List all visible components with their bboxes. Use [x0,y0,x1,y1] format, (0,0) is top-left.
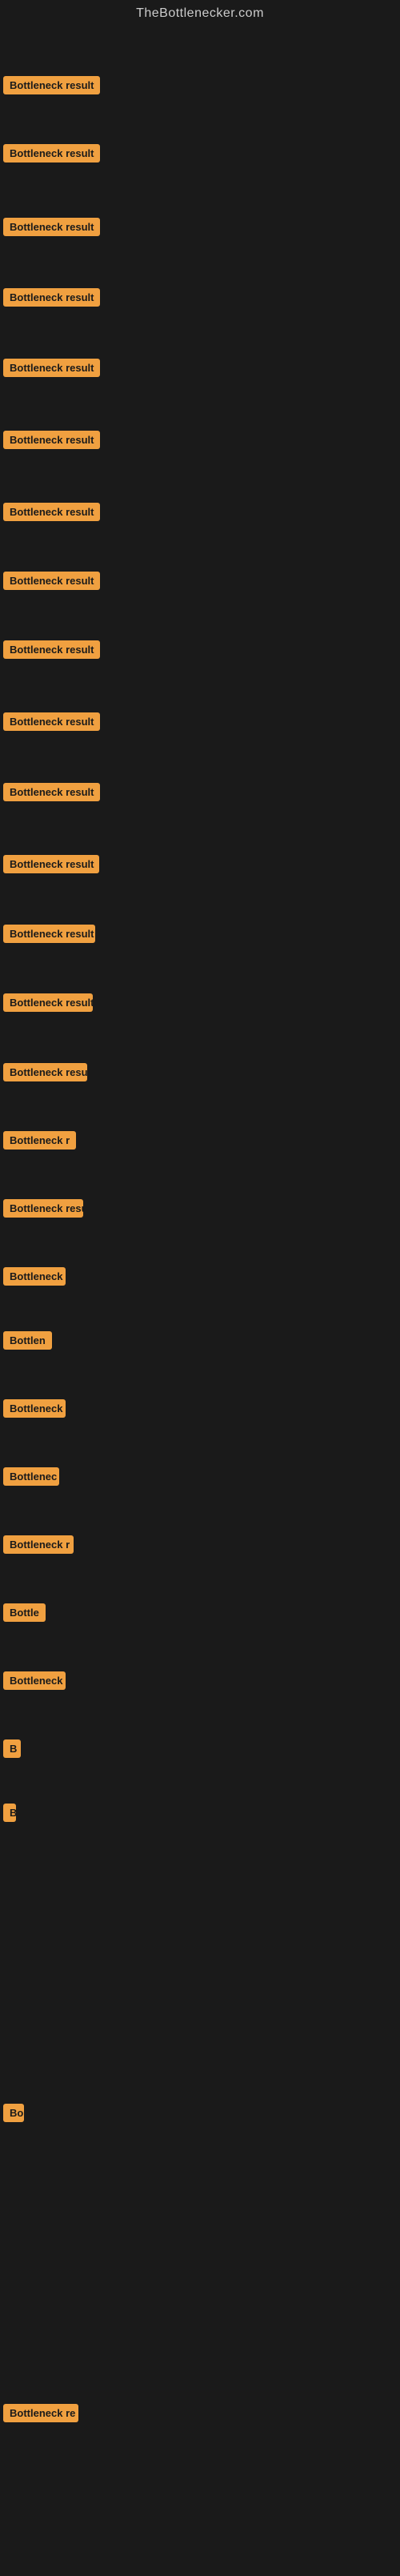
bottleneck-item: Bottlenec [3,1467,59,1490]
bottleneck-badge[interactable]: Bottleneck r [3,1535,74,1554]
bottleneck-badge[interactable]: Bottleneck result [3,640,100,659]
bottleneck-item: Bottleneck result [3,431,100,453]
bottleneck-item: Bottle [3,1603,46,1626]
bottleneck-item: B [3,1739,21,1762]
bottleneck-badge[interactable]: Bottleneck result [3,359,100,377]
bottleneck-item: Bottleneck resu [3,1199,83,1222]
bottleneck-badge[interactable]: Bottleneck re [3,2404,78,2422]
bottleneck-item: Bottleneck [3,1399,66,1422]
bottleneck-badge[interactable]: Bottleneck result [3,712,100,731]
bottleneck-badge[interactable]: Bottleneck result [3,572,100,590]
bottleneck-badge[interactable]: Bottleneck result [3,218,100,236]
bottleneck-badge[interactable]: Bottleneck result [3,144,100,163]
bottleneck-badge[interactable]: Bottleneck [3,1671,66,1690]
bottleneck-item: Bottlen [3,1331,52,1354]
bottleneck-badge[interactable]: Bottleneck result [3,503,100,521]
bottleneck-item: Bottleneck result [3,783,100,805]
bottleneck-item: Bottleneck re [3,2404,78,2426]
bottleneck-badge[interactable]: Bottleneck [3,1267,66,1286]
bottleneck-item: Bottleneck [3,1671,66,1694]
bottleneck-item: Bottleneck result [3,855,99,877]
bottleneck-item: B [3,1804,16,1826]
bottleneck-badge[interactable]: Bottleneck result [3,925,95,943]
bottleneck-badge[interactable]: Bo [3,2104,24,2122]
bottleneck-item: Bottleneck result [3,925,95,947]
bottleneck-item: Bottleneck result [3,76,100,98]
bottleneck-badge[interactable]: Bottleneck result [3,783,100,801]
bottleneck-badge[interactable]: Bottleneck result [3,76,100,94]
bottleneck-badge[interactable]: Bottleneck result [3,993,93,1012]
bottleneck-badge[interactable]: Bottlen [3,1331,52,1350]
bottleneck-badge[interactable]: B [3,1739,21,1758]
bottleneck-item: Bottleneck result [3,993,93,1016]
bottleneck-badge[interactable]: Bottleneck resu [3,1199,83,1218]
bottleneck-item: Bottleneck resul [3,1063,87,1085]
bottleneck-badge[interactable]: Bottlenec [3,1467,59,1486]
bottleneck-badge[interactable]: Bottleneck result [3,288,100,307]
bottleneck-badge[interactable]: Bottleneck resul [3,1063,87,1081]
bottleneck-badge[interactable]: Bottleneck result [3,855,99,873]
bottleneck-badge[interactable]: Bottleneck result [3,431,100,449]
bottleneck-item: Bo [3,2104,24,2126]
bottleneck-item: Bottleneck result [3,144,100,167]
bottleneck-item: Bottleneck [3,1267,66,1290]
bottleneck-item: Bottleneck result [3,288,100,311]
bottleneck-badge[interactable]: Bottleneck r [3,1131,76,1150]
bottleneck-item: Bottleneck result [3,359,100,381]
bottleneck-item: Bottleneck result [3,572,100,594]
bottleneck-item: Bottleneck r [3,1131,76,1154]
bottleneck-item: Bottleneck result [3,640,100,663]
bottleneck-item: Bottleneck result [3,218,100,240]
bottleneck-badge[interactable]: Bottle [3,1603,46,1622]
site-title: TheBottlenecker.com [0,0,400,30]
bottleneck-item: Bottleneck r [3,1535,74,1558]
bottleneck-item: Bottleneck result [3,712,100,735]
bottleneck-badge[interactable]: Bottleneck [3,1399,66,1418]
bottleneck-badge[interactable]: B [3,1804,16,1822]
bottleneck-item: Bottleneck result [3,503,100,525]
